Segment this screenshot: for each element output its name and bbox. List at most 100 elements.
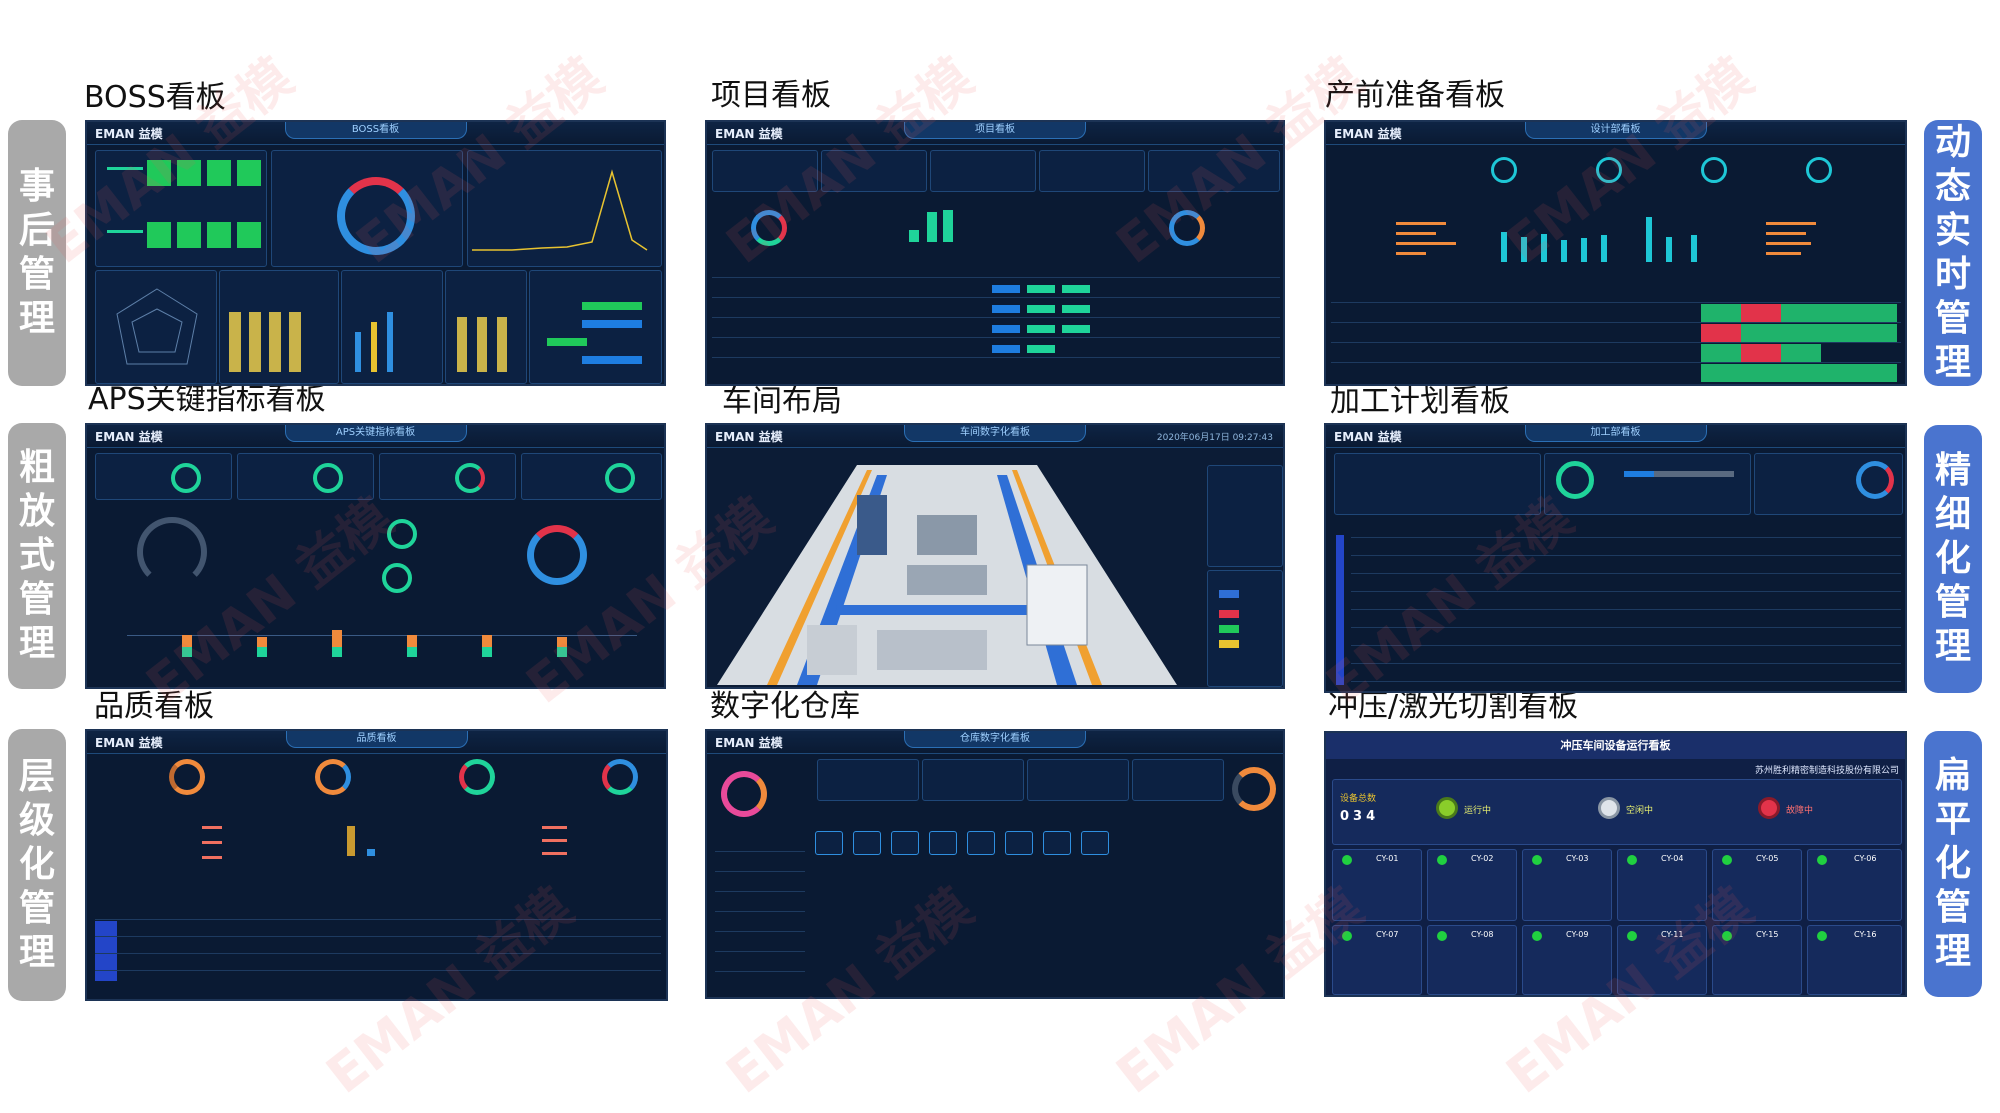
bar — [1646, 217, 1652, 262]
panel-timestamp: 2020年06月17日 09:27:43 — [1156, 433, 1273, 443]
status-pill — [1062, 305, 1090, 313]
status-pill — [992, 305, 1020, 313]
bar — [1766, 232, 1806, 235]
title-prep: 产前准备看板 — [1325, 78, 1505, 113]
status-cell — [1821, 324, 1897, 342]
table-row — [1331, 322, 1901, 323]
bar — [477, 317, 487, 372]
bar — [542, 826, 567, 829]
donut-chart — [313, 463, 343, 493]
panel-header: 冲压车间设备运行看板 — [1326, 733, 1905, 759]
bar — [457, 317, 467, 372]
running-status-label: 运行中 — [1464, 806, 1492, 816]
shelf — [853, 831, 881, 855]
card — [1132, 759, 1224, 801]
status-cell — [1741, 344, 1781, 362]
device-id: CY-01 — [1376, 854, 1399, 863]
card — [930, 150, 1036, 192]
progress-fill — [1624, 471, 1654, 477]
card — [817, 759, 919, 801]
left-label-row1: 事 后 管 理 — [8, 120, 66, 386]
title-boss: BOSS看板 — [84, 80, 226, 115]
bar — [542, 839, 567, 842]
left-label-char: 层 — [18, 756, 55, 797]
device-id: CY-09 — [1566, 930, 1589, 939]
device-status-dot — [1532, 855, 1542, 865]
aps-dashboard-screenshot: EMAN 益模 APS关键指标看板 — [85, 423, 666, 689]
left-label-char: 理 — [18, 623, 55, 664]
device-status-dot — [1817, 931, 1827, 941]
status-cell — [1701, 364, 1781, 382]
bar — [177, 222, 201, 248]
device-id: CY-15 — [1756, 930, 1779, 939]
warehouse-dashboard-screenshot: EMAN 益模 仓库数字化看板 — [705, 729, 1285, 999]
status-column — [1336, 535, 1344, 685]
device-id: CY-05 — [1756, 854, 1779, 863]
card — [1039, 150, 1145, 192]
bar — [182, 635, 192, 647]
donut-chart — [455, 463, 485, 493]
title-project: 项目看板 — [711, 78, 831, 113]
right-label-char: 态 — [1934, 166, 1971, 207]
bar — [387, 312, 393, 372]
left-label-row3: 层 级 化 管 理 — [8, 729, 66, 1001]
donut-chart — [751, 210, 787, 246]
table-row — [95, 936, 661, 937]
bar — [147, 160, 171, 186]
right-label-row2: 精 细 化 管 理 — [1924, 425, 1982, 693]
table-row — [715, 951, 805, 952]
table-row — [1351, 573, 1901, 574]
table-row — [1351, 663, 1901, 664]
panel-header: EMAN 益模 BOSS看板 — [87, 122, 664, 145]
panel-header-title: 冲压车间设备运行看板 — [1560, 739, 1671, 752]
table-row — [712, 277, 1280, 278]
panel-logo: EMAN 益模 — [715, 430, 783, 444]
idle-status-icon — [1598, 797, 1620, 819]
machining-dashboard-screenshot: EMAN 益模 加工部看板 — [1324, 423, 1907, 693]
device-id: CY-11 — [1661, 930, 1684, 939]
bar — [257, 647, 267, 657]
table-row — [1331, 342, 1901, 343]
panel-header-title: 仓库数字化看板 — [904, 731, 1086, 748]
table-row — [715, 971, 805, 972]
shelf — [929, 831, 957, 855]
device-id: CY-04 — [1661, 854, 1684, 863]
legend-swatch — [1219, 625, 1239, 633]
donut-chart — [1856, 461, 1894, 499]
card — [521, 453, 662, 500]
bar — [257, 637, 267, 647]
bar — [1396, 252, 1426, 255]
bar — [1666, 237, 1672, 262]
panel-logo: EMAN 益模 — [95, 430, 163, 444]
right-label-char: 化 — [1934, 538, 1971, 579]
bar — [557, 647, 567, 657]
bar — [1396, 242, 1456, 245]
donut-chart — [1596, 157, 1622, 183]
bar — [202, 856, 222, 859]
table-row — [715, 871, 805, 872]
status-pill — [1027, 345, 1055, 353]
timeline-axis — [127, 635, 637, 636]
left-label-char: 事 — [18, 166, 55, 207]
bar — [407, 635, 417, 647]
running-status-icon — [1436, 797, 1458, 819]
panel-logo: EMAN 益模 — [1334, 430, 1402, 444]
factory-3d-floor — [717, 465, 1177, 685]
panel-header: EMAN 益模 设计部看板 — [1326, 122, 1905, 145]
card — [379, 453, 516, 500]
bar — [355, 332, 361, 372]
idle-status-label: 空闲中 — [1626, 806, 1654, 816]
fault-status-icon — [1758, 797, 1780, 819]
bar — [177, 160, 201, 186]
card — [821, 150, 927, 192]
right-label-char: 实 — [1934, 210, 1971, 251]
bar — [147, 222, 171, 248]
table-row — [712, 297, 1280, 298]
panel-header: EMAN 益模 仓库数字化看板 — [707, 731, 1283, 754]
bar — [909, 230, 919, 242]
device-status-dot — [1437, 931, 1447, 941]
donut-chart — [387, 519, 417, 549]
bar — [482, 647, 492, 657]
bar — [269, 312, 281, 372]
bar — [107, 230, 143, 233]
